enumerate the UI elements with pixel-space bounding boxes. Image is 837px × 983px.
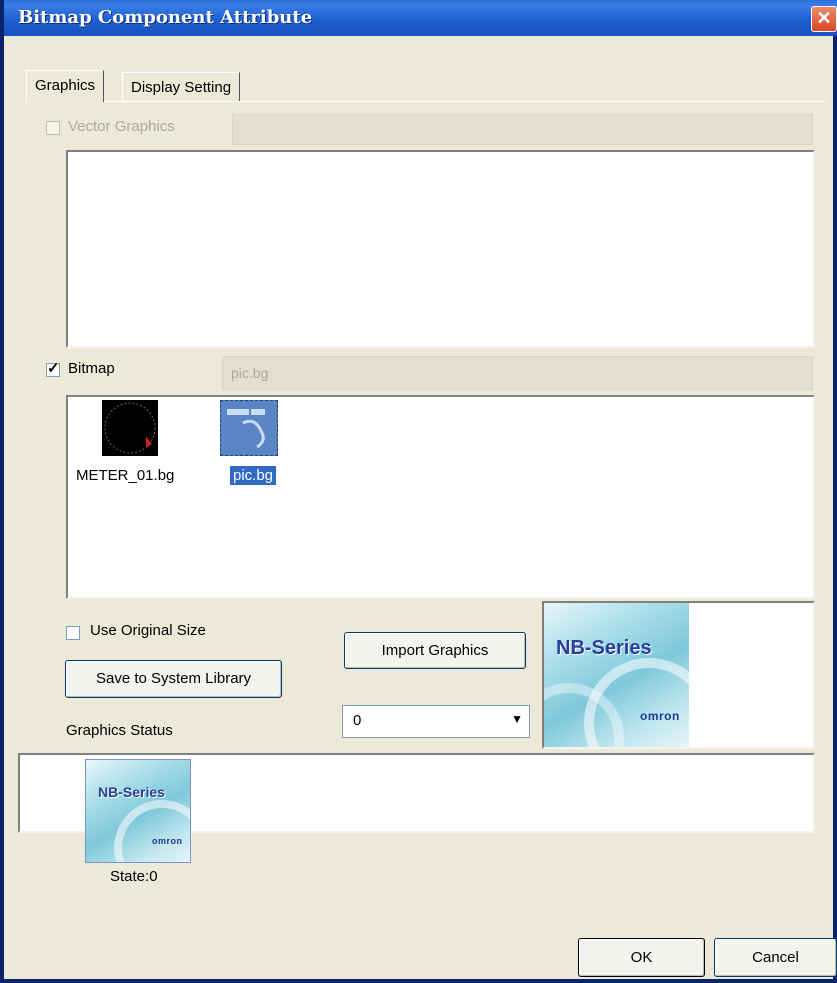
vector-graphics-checkbox[interactable] [46,121,60,135]
status-thumbnail: NB-Series omron [85,759,191,863]
tab-panel-border [26,101,826,102]
file-name: pic.bg [230,466,277,485]
state-select[interactable]: 0 ▼ [342,705,530,738]
title-bar[interactable]: Bitmap Component Attribute ✕ [4,0,837,36]
bitmap-field: pic.bg [222,356,813,390]
save-to-library-button[interactable]: Save to System Library [65,660,282,698]
picture-thumbnail-icon [220,400,278,456]
tab-graphics[interactable]: Graphics [26,70,105,102]
preview-brand-text: NB-Series [556,637,652,659]
vector-graphics-field [232,114,813,145]
status-brand-text: NB-Series [98,784,165,800]
cancel-button[interactable]: Cancel [714,938,837,977]
ok-button[interactable]: OK [578,938,705,977]
graphics-status-label: Graphics Status [66,722,173,739]
close-button[interactable]: ✕ [811,6,837,32]
state-select-value: 0 [353,712,362,729]
tab-display-setting[interactable]: Display Setting [122,72,241,102]
preview-image: NB-Series omron [544,603,689,747]
preview-panel: NB-Series omron [542,601,815,749]
window-title: Bitmap Component Attribute [18,7,313,28]
bitmap-checkbox[interactable]: ✓ [46,360,60,377]
omron-logo: omron [640,709,680,723]
import-graphics-button[interactable]: Import Graphics [344,632,526,669]
state-label: State:0 [110,868,158,885]
use-original-size-checkbox[interactable] [66,626,80,640]
vector-graphics-label: Vector Graphics [68,118,175,135]
chevron-down-icon: ▼ [511,712,523,726]
close-icon: ✕ [816,8,832,28]
dialog-window: Bitmap Component Attribute ✕ Graphics Di… [0,0,837,983]
meter-thumbnail-icon [102,400,158,456]
check-icon: ✓ [47,360,60,377]
bitmap-file-list[interactable]: METER_01.bg pic.bg [66,395,815,599]
vector-graphics-list[interactable] [66,150,815,348]
bitmap-label: Bitmap [68,360,115,377]
file-name: METER_01.bg [76,467,175,484]
status-logo-text: omron [152,836,183,846]
use-original-size-label: Use Original Size [90,622,206,639]
